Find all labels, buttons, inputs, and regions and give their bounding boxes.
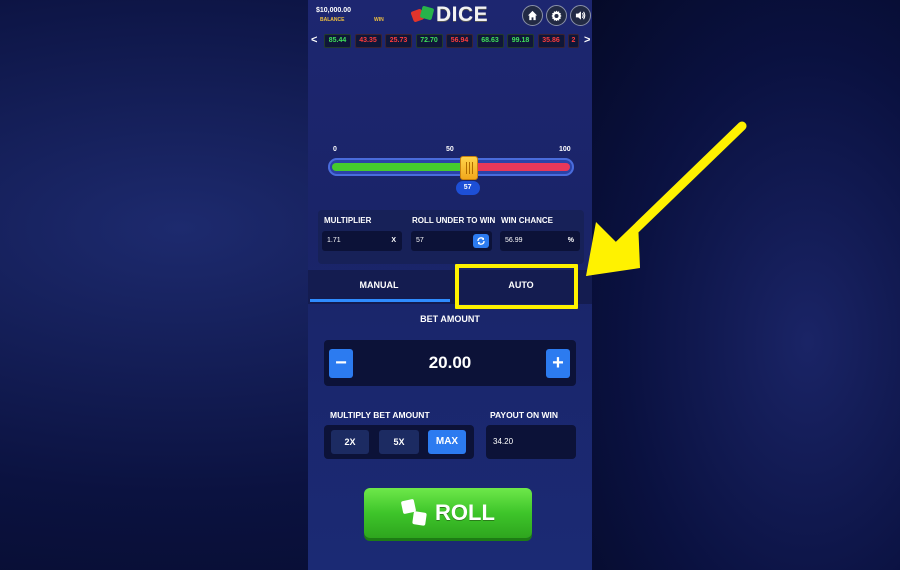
roll-slider[interactable]: 0 50 100 57: [328, 146, 574, 196]
dice-logo-icon: [410, 4, 436, 26]
multiply-2x-button[interactable]: 2X: [331, 430, 369, 454]
swap-roll-button[interactable]: [473, 234, 489, 248]
multiplier-suffix: X: [391, 237, 396, 244]
slider-handle[interactable]: [459, 156, 478, 180]
multiply-5x-button[interactable]: 5X: [379, 430, 419, 454]
roll-label: ROLL: [435, 500, 495, 525]
header: $10,000.00 BALANCE WIN DICE: [308, 0, 592, 30]
history-chip: 25.73: [385, 34, 412, 48]
decrease-bet-button[interactable]: −: [329, 349, 353, 378]
balance-value: $10,000.00: [316, 7, 352, 14]
sound-button[interactable]: [570, 5, 591, 26]
slider-under-fill: [332, 163, 468, 171]
payout-title: PAYOUT ON WIN: [490, 410, 559, 420]
annotation-highlight-box: [455, 264, 578, 309]
history-chip: 99.18: [507, 34, 534, 48]
dice-icon: [400, 498, 429, 528]
roll-under-label: ROLL UNDER TO WIN: [412, 216, 496, 225]
gear-icon: [551, 10, 562, 21]
tab-manual[interactable]: MANUAL: [308, 270, 450, 301]
roll-button[interactable]: ROLL: [364, 488, 532, 538]
home-button[interactable]: [522, 5, 543, 26]
home-icon: [527, 10, 538, 21]
balance-label: BALANCE: [320, 17, 345, 23]
multiplier-field[interactable]: 1.71 X: [322, 231, 402, 251]
win-chance-value: 56.99: [505, 237, 523, 244]
multiply-max-button[interactable]: MAX: [428, 430, 466, 454]
slider-max-label: 100: [559, 146, 571, 153]
settings-button[interactable]: [546, 5, 567, 26]
history-chip: 85.44: [324, 34, 351, 48]
increase-bet-button[interactable]: +: [546, 349, 570, 378]
slider-value-badge: 57: [455, 181, 480, 195]
slider-over-fill: [467, 163, 570, 171]
bet-amount-title: BET AMOUNT: [420, 314, 480, 324]
win-chance-suffix: %: [567, 237, 574, 244]
multiplier-value: 1.71: [327, 237, 341, 244]
win-label: WIN: [374, 17, 384, 23]
win-chance-field[interactable]: 56.99 %: [500, 231, 580, 251]
payout-field: 34.20: [486, 425, 576, 459]
background-right: [592, 0, 900, 570]
history-chip: 72.70: [415, 34, 443, 48]
logo-text: DICE: [436, 3, 489, 26]
bet-amount-value[interactable]: 20.00: [324, 340, 576, 386]
multiply-bet-group: 2X 5X MAX: [324, 425, 474, 459]
history-chip: 35.86: [537, 34, 565, 48]
history-prev-button[interactable]: <: [311, 34, 317, 46]
dice-logo: DICE: [410, 3, 489, 27]
sound-icon: [575, 11, 586, 20]
stats-panel: MULTIPLIER 1.71 X ROLL UNDER TO WIN 57 W…: [318, 210, 584, 264]
history-chip: 2: [568, 34, 579, 48]
history-chip: 43.35: [354, 34, 382, 48]
refresh-icon: [477, 237, 485, 245]
win-chance-label: WIN CHANCE: [501, 216, 553, 225]
annotation-arrow: [586, 121, 747, 276]
roll-under-field[interactable]: 57: [411, 231, 492, 251]
history-next-button[interactable]: >: [584, 34, 590, 46]
roll-history: < 85.44 43.35 25.73 72.70 56.94 68.63 99.18 35.…: [308, 32, 592, 50]
roll-under-value: 57: [416, 237, 424, 244]
multiply-bet-title: MULTIPLY BET AMOUNT: [330, 410, 430, 420]
payout-value: 34.20: [493, 437, 514, 446]
history-chip: 56.94: [446, 34, 473, 48]
bet-amount-field[interactable]: 20.00 − +: [324, 340, 576, 386]
multiplier-label: MULTIPLIER: [324, 216, 372, 225]
history-chip: 68.63: [476, 34, 504, 48]
slider-track[interactable]: [328, 158, 574, 176]
slider-mid-label: 50: [446, 146, 454, 153]
active-tab-indicator: [310, 299, 450, 302]
slider-min-label: 0: [333, 146, 337, 153]
